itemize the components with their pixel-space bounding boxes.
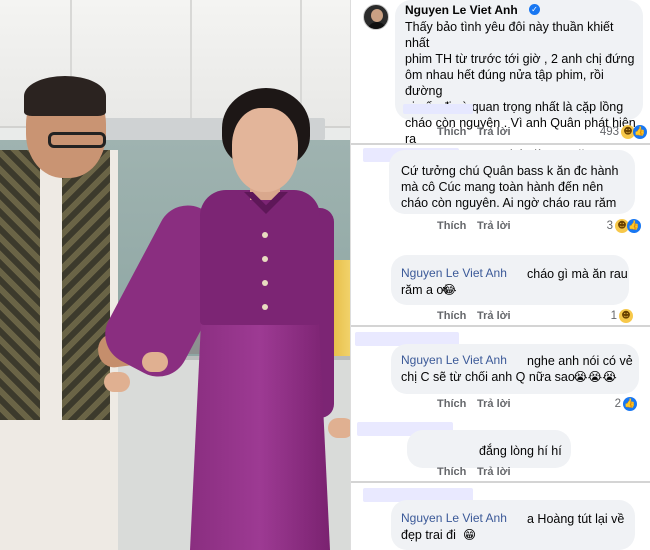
- comment-thread: Nguyen Le Viet Anh ✓ Thấy bảo tình yêu đ…: [350, 0, 650, 550]
- like-action[interactable]: Thích: [437, 220, 466, 232]
- woman-dress-top: [200, 190, 320, 325]
- man-hair: [24, 76, 106, 116]
- comment-author[interactable]: Nguyen Le Viet Anh: [405, 3, 518, 17]
- emoji: 😭😭😭: [573, 369, 617, 384]
- woman-hand-right: [328, 418, 350, 438]
- dress-button: [262, 232, 268, 238]
- reply-action[interactable]: Trả lời: [477, 126, 511, 138]
- reply-action[interactable]: Trả lời: [477, 220, 511, 232]
- comment-text: cháo gì mà ăn rau răm a ơi: [401, 267, 628, 297]
- avatar[interactable]: [363, 4, 389, 30]
- verified-badge-icon: ✓: [529, 4, 540, 15]
- dress-button: [262, 280, 268, 286]
- man-glasses: [48, 132, 106, 148]
- comment-text: đắng lòng hí hí: [479, 444, 562, 458]
- reply-action[interactable]: Trả lời: [477, 310, 511, 322]
- like-reaction-icon: 👍: [633, 125, 647, 139]
- emoji: 😁: [463, 527, 477, 542]
- woman-face: [232, 108, 298, 192]
- reaction-count[interactable]: 1: [597, 310, 617, 322]
- comment-text: Cứ tưởng chú Quân bass k ăn đc hành mà c…: [401, 164, 619, 210]
- reply-action[interactable]: Trả lời: [477, 466, 511, 478]
- like-action[interactable]: Thích: [437, 310, 466, 322]
- haha-reaction-icon: ☻: [619, 309, 633, 323]
- dress-button: [262, 256, 268, 262]
- tv-drama-still-photo: [0, 0, 350, 550]
- like-action[interactable]: Thích: [437, 398, 466, 410]
- woman-hand: [104, 372, 130, 392]
- dress-button: [262, 304, 268, 310]
- reaction-count[interactable]: 493: [587, 126, 619, 138]
- man-patterned-vest-right: [62, 150, 110, 420]
- screenshot-divider: [351, 325, 650, 327]
- like-reaction-icon: 👍: [627, 219, 641, 233]
- redacted-text: [403, 104, 473, 114]
- reaction-count[interactable]: 2: [601, 398, 621, 410]
- like-reaction-icon: 👍: [623, 397, 637, 411]
- screenshot-divider: [351, 143, 650, 145]
- man-hand: [142, 352, 168, 372]
- screenshot-divider: [351, 481, 650, 483]
- reply-action[interactable]: Trả lời: [477, 398, 511, 410]
- woman-dress-skirt: [190, 318, 330, 550]
- like-action[interactable]: Thích: [437, 466, 466, 478]
- like-action[interactable]: Thích: [437, 126, 466, 138]
- comment-text: Thấy bảo tình yêu đôi này thuần khiết nh…: [405, 20, 636, 162]
- man-patterned-vest-left: [0, 150, 40, 420]
- comment-text: a Hoàng tút lại về đẹp trai đi: [401, 512, 625, 542]
- reaction-count[interactable]: 3: [587, 220, 613, 232]
- emoji: 😂: [442, 282, 457, 297]
- cabinet-seam: [190, 0, 192, 128]
